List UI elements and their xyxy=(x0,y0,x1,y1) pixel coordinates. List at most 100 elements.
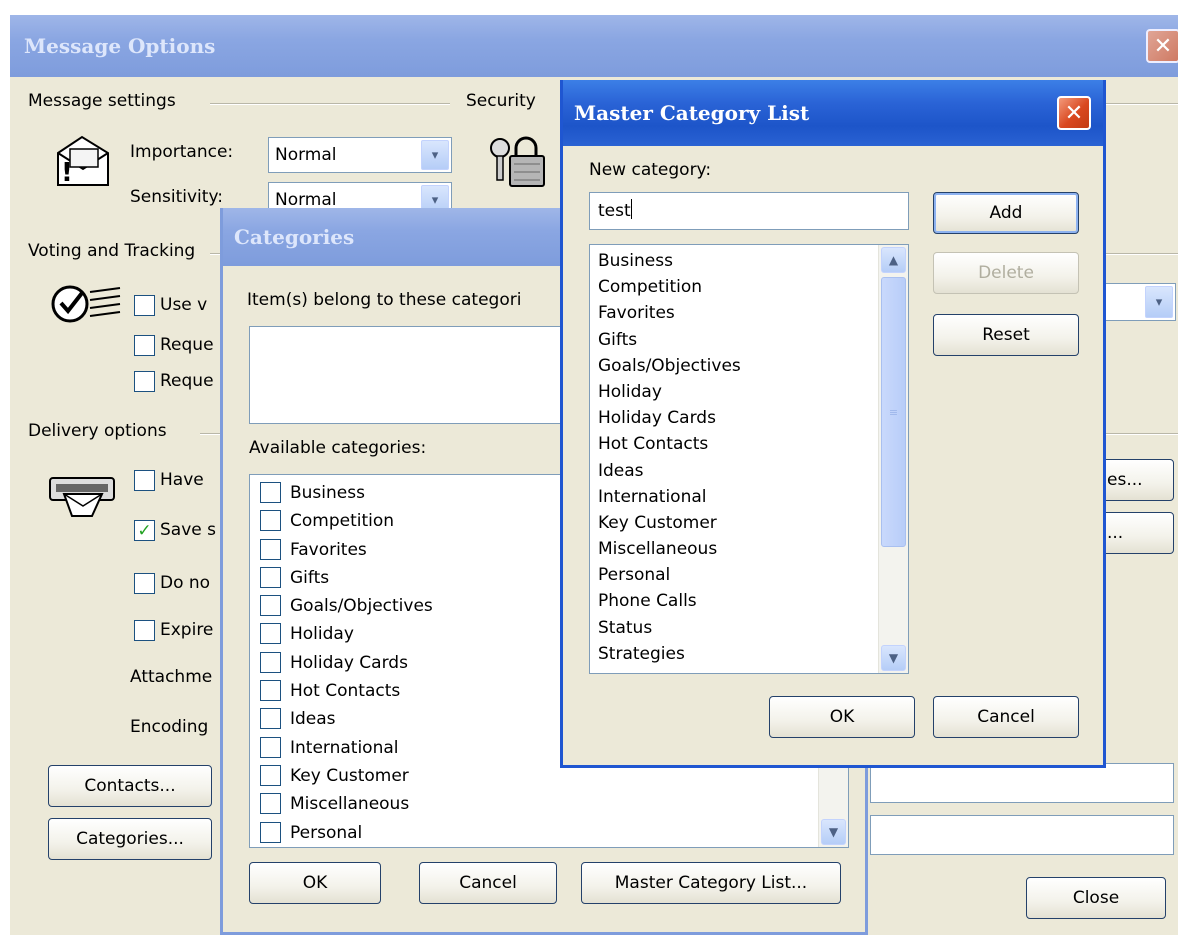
category-item-label: International xyxy=(290,737,399,758)
master-category-item[interactable]: Favorites xyxy=(598,300,874,326)
request-receipt-1-checkbox[interactable] xyxy=(134,335,155,356)
message-options-title: Message Options xyxy=(24,34,216,58)
category-checkbox[interactable] xyxy=(260,708,281,730)
master-title: Master Category List xyxy=(574,101,810,125)
categories-field[interactable] xyxy=(870,815,1174,855)
encoding-label: Encoding xyxy=(130,717,209,737)
request-receipt-2-label: Reque xyxy=(160,371,214,391)
available-label: Available categories: xyxy=(249,438,427,458)
master-category-item[interactable]: Key Customer xyxy=(598,510,874,536)
category-checkbox[interactable] xyxy=(260,566,281,588)
category-item-label: Ideas xyxy=(290,709,336,730)
have-replies-checkbox[interactable] xyxy=(134,470,155,491)
importance-value: Normal xyxy=(275,145,337,165)
browse-label: ... xyxy=(1107,523,1124,543)
delete-button-label: Delete xyxy=(978,263,1034,283)
category-item-label: Goals/Objectives xyxy=(290,596,433,617)
master-scroll-down-icon[interactable]: ▼ xyxy=(881,645,906,671)
category-checkbox[interactable] xyxy=(260,538,281,560)
categories-cancel-button[interactable]: Cancel xyxy=(419,862,557,904)
master-category-item[interactable]: Phone Calls xyxy=(598,588,874,614)
reset-button[interactable]: Reset xyxy=(933,314,1079,356)
category-checkbox[interactable] xyxy=(260,482,281,503)
master-cancel-label: Cancel xyxy=(977,707,1035,727)
envelope-importance-icon: ! xyxy=(48,130,116,190)
master-category-item[interactable]: Strategies xyxy=(598,641,874,667)
master-ok-button[interactable]: OK xyxy=(769,696,915,738)
close-button[interactable]: Close xyxy=(1026,877,1166,919)
delivery-envelope-icon xyxy=(46,471,122,523)
master-categories-scrollbar[interactable]: ▲ ≡ ▼ xyxy=(878,245,908,673)
use-voting-checkbox[interactable] xyxy=(134,295,155,316)
category-checkbox[interactable] xyxy=(260,651,281,673)
master-category-list-button[interactable]: Master Category List... xyxy=(581,862,841,904)
add-button[interactable]: Add xyxy=(933,192,1079,234)
category-item[interactable]: Miscellaneous xyxy=(256,790,814,818)
attachments-label: Attachme xyxy=(130,667,213,687)
delivery-title: Delivery options xyxy=(28,421,175,441)
master-category-item[interactable]: Ideas xyxy=(598,458,874,484)
contacts-button[interactable]: Contacts... xyxy=(48,765,212,807)
master-scroll-thumb[interactable]: ≡ xyxy=(881,277,906,547)
message-options-close-icon[interactable]: ✕ xyxy=(1146,29,1178,63)
do-not-deliver-checkbox[interactable] xyxy=(134,573,155,594)
expires-label: Expire xyxy=(160,620,214,640)
master-category-item[interactable]: Miscellaneous xyxy=(598,536,874,562)
categories-ok-button[interactable]: OK xyxy=(249,862,381,904)
master-titlebar[interactable]: Master Category List xyxy=(563,80,1103,146)
contacts-field[interactable] xyxy=(870,763,1174,803)
importance-select[interactable]: Normal ▾ xyxy=(268,137,452,173)
master-cancel-button[interactable]: Cancel xyxy=(933,696,1079,738)
request-receipt-1-label: Reque xyxy=(160,335,214,355)
voting-right-dropdown-icon[interactable]: ▾ xyxy=(1145,286,1173,318)
master-category-item[interactable]: Holiday Cards xyxy=(598,405,874,431)
master-category-item[interactable]: Goals/Objectives xyxy=(598,353,874,379)
category-checkbox[interactable] xyxy=(260,821,281,843)
master-category-item[interactable]: Business xyxy=(598,248,874,274)
new-category-input[interactable]: test xyxy=(589,192,909,230)
master-category-item[interactable]: Holiday xyxy=(598,379,874,405)
master-category-item[interactable]: Competition xyxy=(598,274,874,300)
category-checkbox[interactable] xyxy=(260,793,281,815)
categories-title: Categories xyxy=(234,225,355,249)
master-category-item[interactable]: Status xyxy=(598,615,874,641)
importance-label: Importance: xyxy=(130,142,234,162)
available-scroll-down-icon[interactable]: ▼ xyxy=(821,819,846,845)
add-button-label: Add xyxy=(989,203,1023,223)
category-checkbox[interactable] xyxy=(260,510,281,532)
new-category-label: New category: xyxy=(589,160,712,180)
master-categories-list[interactable]: Business Competition Favorites Gifts Goals/O… xyxy=(589,244,909,674)
category-item-label: Favorites xyxy=(290,539,367,560)
master-category-item[interactable]: Gifts xyxy=(598,327,874,353)
category-checkbox[interactable] xyxy=(260,595,281,617)
master-category-dialog: Master Category List ✕ New category: tes… xyxy=(560,80,1106,768)
category-item-label: Personal xyxy=(290,822,363,843)
voting-title: Voting and Tracking xyxy=(28,241,204,261)
sensitivity-value: Normal xyxy=(275,190,337,210)
master-category-item[interactable]: International xyxy=(598,484,874,510)
category-item-label: Gifts xyxy=(290,567,330,588)
category-item-label: Competition xyxy=(290,511,395,532)
master-categories-items: Business Competition Favorites Gifts Goals/O… xyxy=(598,248,874,667)
new-category-value: test xyxy=(598,201,631,221)
save-sent-checkbox[interactable]: ✓ xyxy=(134,520,155,541)
category-item[interactable]: Personal xyxy=(256,819,814,847)
category-checkbox[interactable] xyxy=(260,680,281,702)
text-cursor xyxy=(630,199,632,219)
select-names-label: es... xyxy=(1107,470,1143,490)
master-category-item[interactable]: Hot Contacts xyxy=(598,431,874,457)
master-close-icon[interactable]: ✕ xyxy=(1057,96,1091,130)
message-options-titlebar[interactable]: Message Options xyxy=(10,15,1178,77)
master-scroll-up-icon[interactable]: ▲ xyxy=(881,247,906,273)
master-category-item[interactable]: Personal xyxy=(598,562,874,588)
categories-button-label: Categories... xyxy=(76,829,184,849)
importance-dropdown-icon[interactable]: ▾ xyxy=(421,140,449,170)
expires-checkbox[interactable] xyxy=(134,620,155,641)
checkmark-icon: ✓ xyxy=(137,520,152,541)
categories-button[interactable]: Categories... xyxy=(48,818,212,860)
category-checkbox[interactable] xyxy=(260,764,281,786)
category-checkbox[interactable] xyxy=(260,623,281,645)
category-checkbox[interactable] xyxy=(260,736,281,758)
request-receipt-2-checkbox[interactable] xyxy=(134,371,155,392)
sensitivity-label: Sensitivity: xyxy=(130,187,223,207)
